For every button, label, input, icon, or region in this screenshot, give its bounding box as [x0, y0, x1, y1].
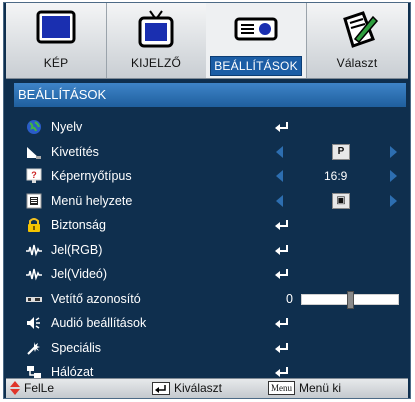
select-hint-label: Kiválaszt — [174, 381, 223, 395]
menu-key-icon: Menu — [268, 381, 295, 395]
select-hint: Kiválaszt — [152, 381, 222, 395]
menu-item-label: Biztonság — [51, 218, 106, 232]
menu-exit-label: Menü ki — [299, 381, 342, 395]
menu-item-label: Hálózat — [51, 365, 94, 379]
projection-value: P — [332, 143, 350, 160]
tab-bar: KÉP KIJELZŐ BEÁLLÍTÁSOK Választ — [6, 3, 408, 79]
screen-type-icon: ? — [26, 168, 42, 183]
osd-window: KÉP KIJELZŐ BEÁLLÍTÁSOK Választ BEÁLLÍTÁ… — [3, 2, 411, 399]
menu-location-value: ▣ — [332, 192, 350, 209]
arrow-left-icon[interactable] — [276, 170, 283, 182]
arrow-right-icon[interactable] — [390, 170, 397, 182]
menu-item-label: Jel(Videó) — [51, 267, 108, 281]
tv-icon — [138, 10, 174, 48]
menu-item-advanced[interactable]: Speciális — [14, 336, 406, 361]
menu-item-screen-type[interactable]: ? Képernyőtípus 16:9 — [14, 164, 406, 189]
arrow-right-icon[interactable] — [390, 194, 397, 207]
nav-hint: FelLe — [10, 381, 54, 395]
arrow-left-icon[interactable] — [276, 194, 283, 207]
menu-item-label: Audió beállítások — [51, 316, 147, 330]
signal-icon — [26, 268, 42, 281]
section-title: BEÁLLÍTÁSOK — [14, 83, 406, 107]
menu-item-menu-location[interactable]: Menü helyzete ▣ — [14, 189, 406, 214]
screen-type-value: 16:9 — [324, 169, 348, 183]
slider-knob[interactable] — [347, 290, 354, 309]
arrow-left-icon[interactable] — [276, 145, 283, 158]
enter-icon — [275, 122, 288, 132]
menu-item-projector-id[interactable]: Vetítő azonosító 0 — [14, 287, 406, 312]
enter-icon — [275, 220, 288, 230]
arrow-right-icon[interactable] — [390, 145, 397, 158]
menu-item-label: Kivetítés — [51, 144, 99, 159]
menu-item-label: Vetítő azonosító — [51, 291, 141, 306]
tab-settings[interactable]: BEÁLLÍTÁSOK — [206, 3, 307, 78]
menu-item-language[interactable]: Nyelv — [14, 115, 406, 140]
advanced-icon — [27, 341, 40, 355]
projector-id-slider[interactable] — [301, 290, 399, 309]
enter-key-icon — [152, 381, 170, 395]
menu-item-label: Speciális — [51, 340, 102, 355]
menu-item-signal-rgb[interactable]: Jel(RGB) — [14, 238, 406, 263]
settings-menu: Nyelv Kivetítés P ? Képernyőtípus 16:9 M… — [14, 115, 406, 385]
svg-text:?: ? — [31, 170, 37, 180]
tab-options[interactable]: Választ — [306, 3, 408, 78]
globe-icon — [27, 120, 41, 134]
tab-display[interactable]: KIJELZŐ — [106, 3, 207, 78]
notepad-icon — [343, 11, 379, 48]
up-down-arrows-icon — [10, 381, 20, 395]
lock-icon — [28, 218, 40, 232]
signal-icon — [26, 244, 42, 257]
menu-item-label: Nyelv — [51, 120, 83, 134]
speaker-icon — [27, 317, 40, 329]
menu-item-label: Jel(RGB) — [51, 242, 103, 257]
menu-exit-hint: Menu Menü ki — [268, 381, 341, 395]
projector-id-icon — [26, 296, 42, 302]
menu-item-label: Képernyőtípus — [51, 169, 132, 183]
menu-location-icon — [26, 193, 42, 208]
tab-label: BEÁLLÍTÁSOK — [210, 56, 302, 76]
enter-icon — [275, 342, 288, 353]
tab-label: KÉP — [43, 56, 69, 70]
enter-icon — [275, 244, 288, 255]
menu-item-audio-settings[interactable]: Audió beállítások — [14, 311, 406, 336]
menu-item-security[interactable]: Biztonság — [14, 213, 406, 238]
tab-label: KIJELZŐ — [130, 56, 182, 70]
tab-picture[interactable]: KÉP — [6, 3, 107, 78]
menu-item-label: Menü helyzete — [51, 193, 133, 208]
menu-item-signal-video[interactable]: Jel(Videó) — [14, 262, 406, 287]
menu-item-projection[interactable]: Kivetítés P — [14, 140, 406, 165]
projector-icon — [234, 17, 278, 41]
enter-icon — [275, 318, 288, 328]
enter-icon — [275, 269, 288, 279]
status-bar: FelLe Kiválaszt Menu Menü ki — [6, 378, 408, 398]
projector-id-value: 0 — [286, 291, 293, 306]
monitor-icon — [36, 10, 76, 44]
nav-hint-label: FelLe — [24, 381, 55, 395]
tab-label: Választ — [336, 56, 378, 70]
enter-icon — [275, 367, 288, 377]
projection-icon — [27, 146, 41, 159]
